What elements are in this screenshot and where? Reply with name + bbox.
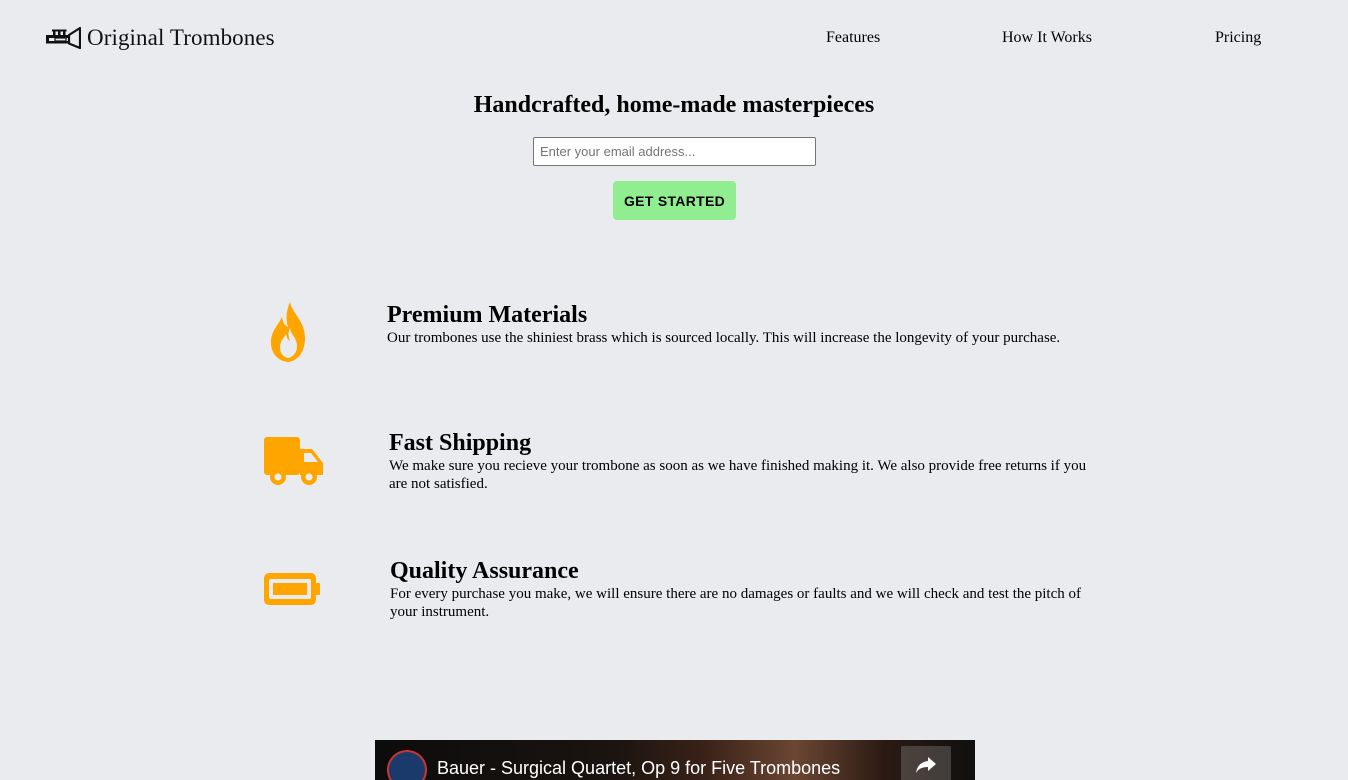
- share-button[interactable]: [901, 746, 951, 780]
- feature-premium-materials: Premium Materials Our trombones use the …: [0, 301, 1348, 411]
- feature-title: Fast Shipping: [389, 430, 532, 456]
- fire-icon: [270, 302, 305, 362]
- feature-description: We make sure you recieve your trombone a…: [389, 458, 1087, 492]
- channel-avatar[interactable]: [387, 750, 427, 780]
- feature-text: Premium Materials Our trombones use the …: [387, 301, 1087, 347]
- trumpet-icon: [46, 26, 81, 50]
- feature-quality-assurance: Quality Assurance For every purchase you…: [0, 557, 1348, 667]
- logo[interactable]: Original Trombones: [45, 22, 275, 54]
- nav-link-pricing[interactable]: Pricing: [1215, 29, 1261, 47]
- truck-icon: [264, 437, 323, 485]
- video-embed[interactable]: Bauer - Surgical Quartet, Op 9 for Five …: [375, 740, 975, 780]
- feature-title: Quality Assurance: [390, 558, 579, 584]
- feature-description: For every purchase you make, we will ens…: [390, 586, 1082, 620]
- site-header: Original Trombones Features How It Works…: [0, 0, 1348, 78]
- battery-full-icon: [264, 573, 320, 605]
- hero-title: Handcrafted, home-made masterpieces: [473, 92, 875, 118]
- feature-text: Quality Assurance For every purchase you…: [390, 557, 1090, 621]
- nav-link-how-it-works[interactable]: How It Works: [1002, 29, 1092, 47]
- feature-fast-shipping: Fast Shipping We make sure you recieve y…: [0, 429, 1348, 539]
- feature-description: Our trombones use the shiniest brass whi…: [387, 330, 1061, 346]
- get-started-button[interactable]: GET STARTED: [613, 181, 736, 220]
- nav-link-features[interactable]: Features: [826, 29, 880, 47]
- video-title[interactable]: Bauer - Surgical Quartet, Op 9 for Five …: [437, 758, 840, 779]
- share-icon: [916, 757, 936, 773]
- logo-text: Original Trombones: [87, 25, 275, 50]
- email-input[interactable]: [533, 137, 816, 166]
- feature-text: Fast Shipping We make sure you recieve y…: [389, 429, 1089, 493]
- feature-title: Premium Materials: [387, 302, 588, 328]
